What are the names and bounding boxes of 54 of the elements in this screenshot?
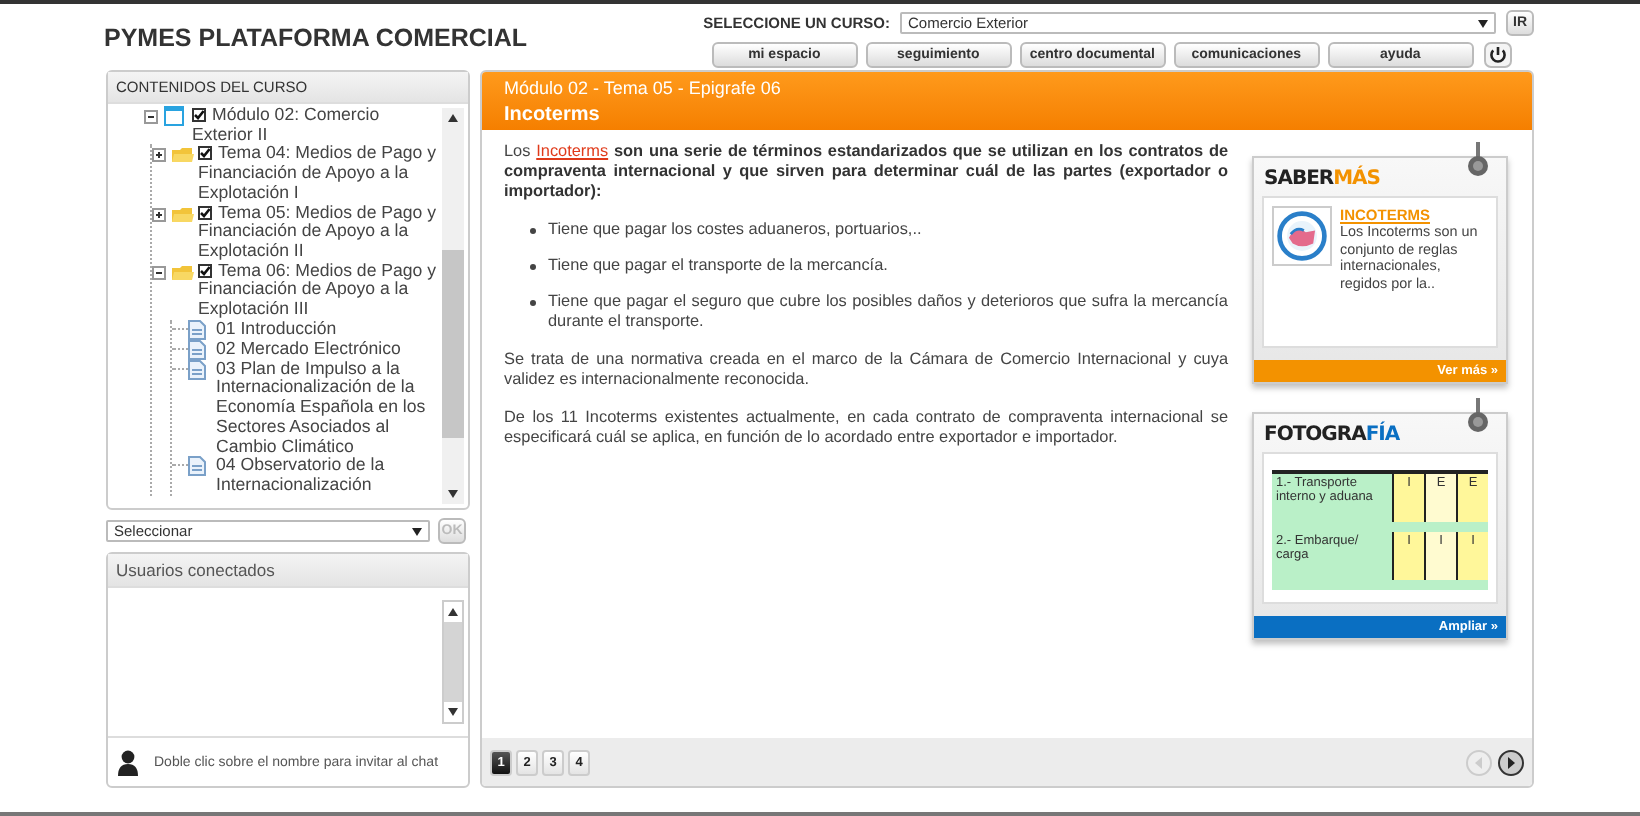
card-title: SABERMÁS [1264,168,1381,190]
caret-icon [412,527,422,535]
folder-icon [172,263,194,282]
checkbox[interactable] [198,146,212,161]
folder-icon [172,205,194,224]
bullet-icon [530,264,536,270]
scrollbar[interactable] [442,600,464,724]
document-icon [188,339,206,360]
pin-icon [1466,142,1490,178]
paragraph: De los 11 Incoterms existentes actualmente, en cada contrato de compraventa internacional se especificará cuál se aplica, en función de lo acordado entre exportador e importador. [504,408,1228,448]
window-icon [164,106,184,126]
breadcrumb: Módulo 02 - Tema 05 - Epigrafe 06 [504,78,783,98]
tree-item[interactable]: 03 Plan de Impulso a la Internacionalización de la Economía Española en los Sectores Asociados al Cambio Climático [216,359,442,457]
document-icon [188,359,206,380]
checkbox[interactable] [198,263,212,278]
expand-icon[interactable] [152,207,166,222]
bullet-text: Tiene que pagar el seguro que cubre los posibles daños y deterioros que sufra la mercancía durante el transporte. [548,292,1228,332]
document-icon [188,456,206,477]
checkbox[interactable] [198,205,212,220]
collapse-icon[interactable] [144,110,158,124]
power-icon[interactable] [1483,42,1512,68]
folder-icon [172,146,194,165]
bullet-text: Tiene que pagar los costes aduaneros, portuarios,.. [548,220,922,240]
next-icon[interactable] [1498,749,1524,775]
collapse-icon[interactable] [152,265,166,280]
incoterms-link[interactable]: Incoterms [536,142,609,160]
seal-icon [1272,206,1332,266]
card-title: FOTOGRAFÍA [1264,424,1400,446]
bullet-icon [530,300,536,306]
scroll-up-icon[interactable] [448,114,458,122]
tree-item[interactable]: Módulo 02: Comercio Exterior II [192,106,442,145]
tree-item[interactable]: 02 Mercado Electrónico [216,339,401,359]
lesson-title: Incoterms [504,104,602,126]
scroll-down-icon[interactable] [448,490,458,498]
bullet-icon [530,228,536,234]
caret-icon [1478,19,1488,27]
tree-item[interactable]: 04 Observatorio de la Internacionalización [216,456,442,496]
document-icon [188,319,206,340]
tree-item[interactable]: Tema 05: Medios de Pago y Financiación de Apoyo a la Explotación II [198,203,442,262]
panel-title: Usuarios conectados [108,554,468,588]
scroll-down-icon[interactable] [448,708,458,716]
scrollbar[interactable] [442,108,464,504]
person-icon [118,749,138,775]
checkbox[interactable] [192,108,206,122]
paragraph: Se trata de una normativa creada en el marco de la Cámara de Comercio Internacional y cuya validez es internacionalmente reconocida. [504,350,1228,390]
pin-icon [1466,398,1490,434]
tree-item[interactable]: 01 Introducción [216,319,337,339]
tree-item[interactable]: Tema 04: Medios de Pago y Financiación de Apoyo a la Explotación I [198,144,442,204]
intro-paragraph: Los Incoterms son una serie de términos estandarizados que se utilizan en los contratos de compraventa internacional y que sirven para determinar cuál de las partes (exportador o importador): [504,142,1228,202]
bullet-text: Tiene que pagar el transporte de la mercancía. [548,256,888,276]
expand-icon[interactable] [152,148,166,163]
scroll-up-icon[interactable] [448,608,458,616]
tree-item[interactable]: Tema 06: Medios de Pago y Financiación de Apoyo a la Explotación III [198,261,442,320]
app-title: PYMES PLATAFORMA COMERCIAL [104,22,528,56]
